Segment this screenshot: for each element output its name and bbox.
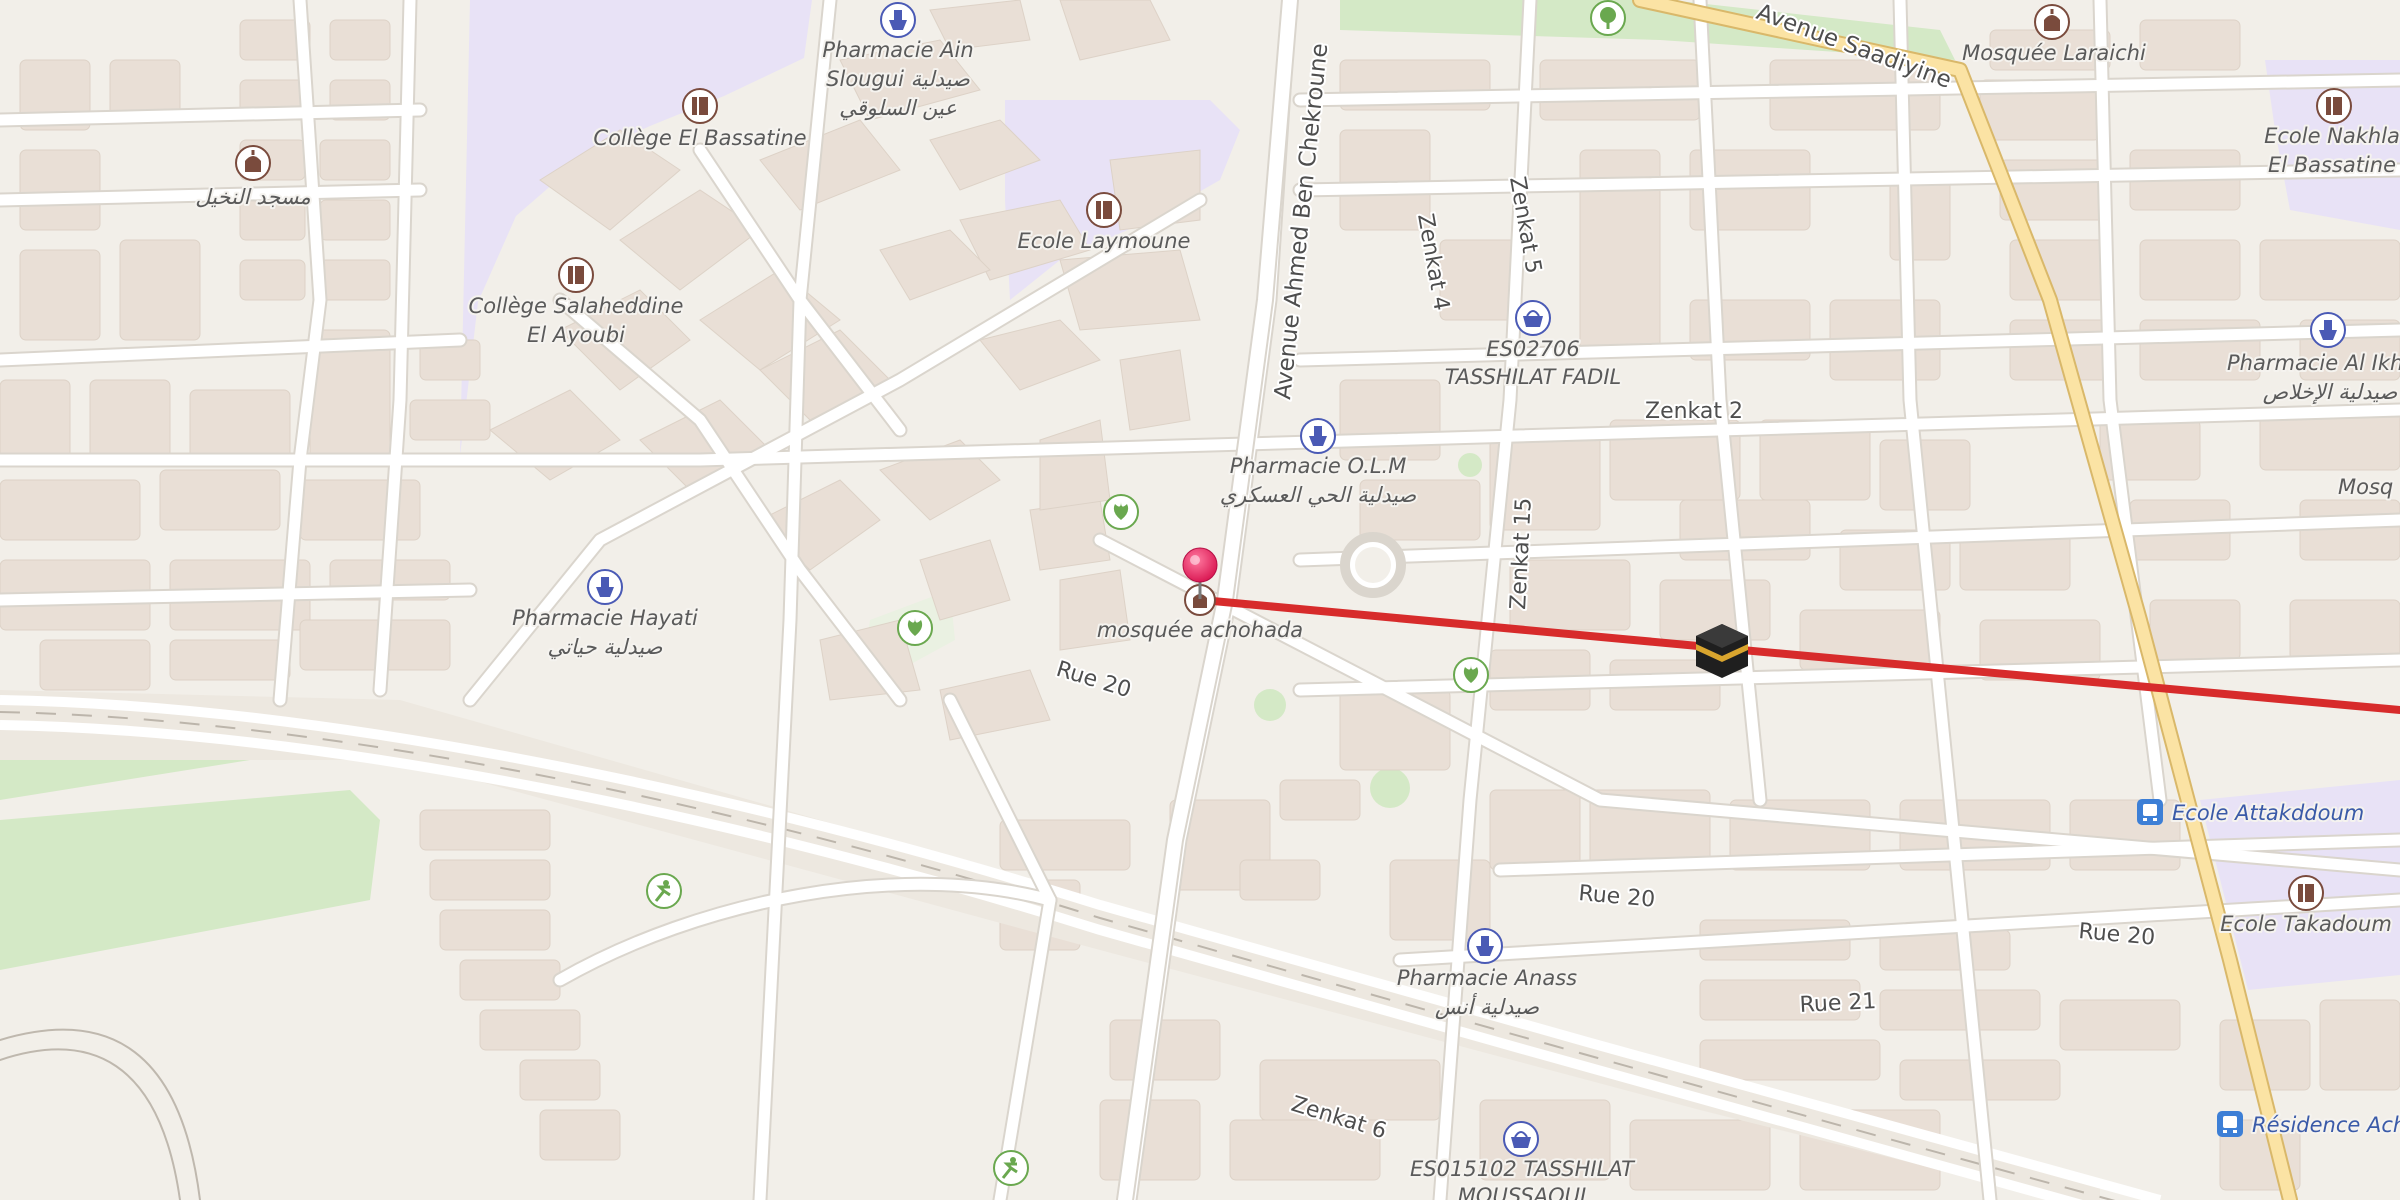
poi-pharmacie-hayati-line1: Pharmacie Hayati: [512, 606, 698, 630]
poi-shop-es02706-line1: ES02706: [1486, 337, 1579, 361]
poi-pharmacie-hayati-line2: صيدلية حياتي: [548, 635, 663, 660]
mosque-icon[interactable]: [2034, 4, 2070, 40]
poi-shop-es02706-line2: TASSHILAT FADIL: [1445, 365, 1621, 389]
poi-mosq-partial: Mosq: [2338, 475, 2393, 499]
bus-stop-icon[interactable]: [2137, 799, 2163, 825]
poi-pharmacie-olm-line1: Pharmacie O.L.M: [1230, 454, 1407, 478]
pharmacy-icon[interactable]: [1467, 928, 1503, 964]
poi-college-bassatine: Collège El Bassatine: [593, 126, 806, 150]
school-icon[interactable]: [682, 88, 718, 124]
pharmacy-icon[interactable]: [587, 569, 623, 605]
poi-pharmacie-anass-line2: صيدلية أنس: [1435, 993, 1539, 1020]
poi-pharmacie-ikhlas-line2: صيدلية الإخلاص: [2263, 380, 2398, 405]
poi-ecole-takadoum: Ecole Takadoum: [2220, 912, 2392, 936]
poi-pharmacie-ain-line2: Slougui صيدلية: [826, 67, 970, 91]
poi-shop-es015102-line1: ES015102 TASSHILAT: [1410, 1157, 1636, 1181]
poi-pharmacie-olm-line2: صيدلية الحي العسكري: [1220, 483, 1417, 508]
poi-ecole-nakhla-line2: El Bassatine: [2268, 153, 2396, 177]
garden-icon[interactable]: [1453, 657, 1489, 693]
street-zenkat-2: Zenkat 2: [1645, 399, 1743, 424]
poi-ecole-laymoune: Ecole Laymoune: [1018, 229, 1191, 253]
poi-masjid-nakhil: مسجد النخيل: [195, 185, 311, 209]
garden-icon[interactable]: [1103, 494, 1139, 530]
poi-mosquee-achohada: mosquée achohada: [1097, 618, 1303, 642]
school-icon[interactable]: [1086, 192, 1122, 228]
poi-college-salaheddine-line2: El Ayoubi: [527, 323, 625, 347]
street-rue-21: Rue 21: [1799, 989, 1877, 1018]
garden-icon[interactable]: [897, 610, 933, 646]
shop-icon[interactable]: [1503, 1121, 1539, 1157]
pharmacy-icon[interactable]: [1300, 418, 1336, 454]
sports-icon[interactable]: [646, 873, 682, 909]
map-canvas[interactable]: Avenue Saadiyine Avenue Ahmed Ben Chekro…: [0, 0, 2400, 1200]
poi-pharmacie-anass-line1: Pharmacie Anass: [1397, 966, 1577, 990]
bus-stop-icon[interactable]: [2217, 1111, 2243, 1137]
poi-pharmacie-ikhlas-line1: Pharmacie Al Ikhlas: [2227, 351, 2400, 375]
tree-icon[interactable]: [1590, 0, 1626, 36]
map-view[interactable]: Avenue Saadiyine Avenue Ahmed Ben Chekro…: [0, 0, 2400, 1200]
sports-icon[interactable]: [993, 1150, 1029, 1186]
poi-pharmacie-ain-line1: Pharmacie Ain: [822, 38, 973, 62]
pharmacy-icon[interactable]: [880, 2, 916, 38]
poi-pharmacie-ain-line3: عين السلوقي: [839, 96, 957, 121]
school-icon[interactable]: [558, 257, 594, 293]
poi-bus-attakddoum: Ecole Attakddoum: [2172, 801, 2364, 825]
poi-ecole-nakhla-line1: Ecole Nakhla: [2264, 124, 2400, 148]
shop-icon[interactable]: [1515, 300, 1551, 336]
mosque-icon[interactable]: [235, 145, 271, 181]
poi-bus-residence: Résidence Achohada: [2252, 1113, 2400, 1137]
school-icon[interactable]: [2316, 88, 2352, 124]
school-icon[interactable]: [2288, 875, 2324, 911]
poi-shop-es015102-line2: MOUSSAOUI: [1458, 1184, 1586, 1200]
pharmacy-icon[interactable]: [2310, 312, 2346, 348]
poi-mosquee-laraichi: Mosquée Laraichi: [1962, 41, 2146, 65]
poi-college-salaheddine-line1: Collège Salaheddine: [469, 294, 684, 318]
